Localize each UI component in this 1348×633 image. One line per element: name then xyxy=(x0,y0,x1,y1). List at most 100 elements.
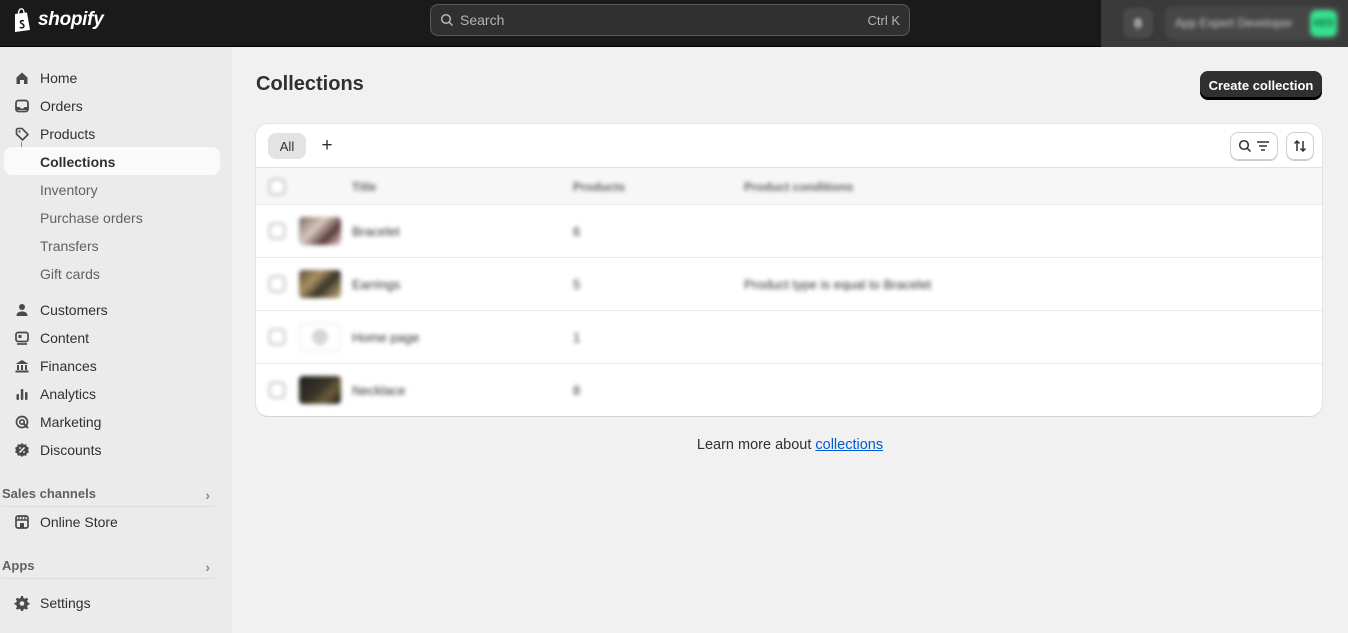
table-row[interactable]: Earrings 5 Product type is equal to Brac… xyxy=(256,258,1322,311)
sidebar-item-content[interactable]: Content xyxy=(4,323,220,351)
sidebar-item-label: Customers xyxy=(40,302,108,318)
collection-title[interactable]: Necklace xyxy=(352,383,405,398)
tag-icon xyxy=(15,127,29,141)
row-checkbox[interactable] xyxy=(269,276,285,292)
sidebar-item-home[interactable]: Home xyxy=(4,63,220,91)
sidebar-item-finances[interactable]: Finances xyxy=(4,351,220,379)
home-icon xyxy=(16,72,28,84)
shopify-wordmark: shopify xyxy=(38,9,104,30)
sidebar-item-label: Finances xyxy=(40,358,97,374)
filter-icon xyxy=(1257,141,1269,151)
table-header: Title Products Product conditions xyxy=(256,168,1322,205)
account-name: App Expert Developer xyxy=(1175,16,1293,30)
apps-heading[interactable]: Apps › xyxy=(2,558,214,578)
sidebar-item-label: Content xyxy=(40,330,90,346)
gear-icon xyxy=(14,596,30,611)
sidebar-item-gift-cards[interactable]: Gift cards xyxy=(4,259,220,287)
sidebar-item-marketing[interactable]: Marketing xyxy=(4,407,220,435)
top-right-area: App Expert Developer AED xyxy=(1101,0,1348,47)
account-menu[interactable]: App Expert Developer AED xyxy=(1165,6,1341,40)
sidebar-item-label: Orders xyxy=(40,98,83,114)
person-icon xyxy=(16,304,28,316)
sidebar-item-label: Products xyxy=(40,126,96,142)
collection-title[interactable]: Home page xyxy=(352,330,419,345)
search-icon xyxy=(440,13,454,27)
collection-title[interactable]: Earrings xyxy=(352,277,400,292)
sidebar-item-customers[interactable]: Customers xyxy=(4,295,220,323)
target-icon xyxy=(15,415,29,429)
sidebar-item-label: Settings xyxy=(40,595,91,611)
table-row[interactable]: Home page 1 xyxy=(256,311,1322,364)
search-bar[interactable]: Search Ctrl K xyxy=(430,4,910,36)
sidebar-item-discounts[interactable]: Discounts xyxy=(4,435,220,463)
learn-more-footer: Learn more about collections xyxy=(232,437,1348,453)
column-header-conditions[interactable]: Product conditions xyxy=(744,180,853,194)
bank-icon xyxy=(15,360,29,373)
create-collection-button[interactable]: Create collection xyxy=(1200,71,1322,99)
sidebar-item-label: Home xyxy=(40,70,78,86)
row-checkbox[interactable] xyxy=(269,223,285,239)
column-header-title[interactable]: Title xyxy=(352,180,376,194)
learn-more-text: Learn more about xyxy=(696,437,816,453)
sidebar-item-online-store[interactable]: Online Store xyxy=(4,507,220,535)
column-header-products[interactable]: Products xyxy=(573,180,625,194)
apps-label: Apps xyxy=(2,558,35,573)
row-checkbox[interactable] xyxy=(269,382,285,398)
sidebar-item-label: Gift cards xyxy=(40,266,100,282)
sidebar-item-orders[interactable]: Orders xyxy=(4,91,220,119)
table-row[interactable]: Necklace 8 xyxy=(256,364,1322,416)
sort-icon xyxy=(1293,139,1307,153)
sidebar-item-inventory[interactable]: Inventory xyxy=(4,175,220,203)
row-checkbox[interactable] xyxy=(269,329,285,345)
sidebar-item-label: Marketing xyxy=(40,414,102,430)
search-placeholder: Search xyxy=(460,12,505,28)
sidebar-item-transfers[interactable]: Transfers xyxy=(4,231,220,259)
search-shortcut: Ctrl K xyxy=(867,12,901,28)
collections-card: All + Title Products Product conditions … xyxy=(256,124,1322,416)
sidebar-item-label: Discounts xyxy=(40,442,102,458)
top-bar: shopify Search Ctrl K App Expert Develop… xyxy=(0,0,1348,47)
content-icon xyxy=(15,331,29,345)
page-title: Collections xyxy=(256,73,364,95)
shopify-logo[interactable]: shopify xyxy=(12,8,104,32)
select-all-checkbox[interactable] xyxy=(269,179,285,195)
chevron-right-icon: › xyxy=(205,559,210,575)
discount-icon xyxy=(15,443,29,457)
sidebar: Home Orders Products Collections Invento… xyxy=(0,47,232,633)
sidebar-item-label: Collections xyxy=(40,154,116,170)
chevron-right-icon: › xyxy=(205,487,210,503)
sidebar-item-products[interactable]: Products xyxy=(4,119,220,147)
sales-channels-heading[interactable]: Sales channels › xyxy=(2,486,214,506)
sidebar-item-label: Analytics xyxy=(40,386,97,402)
product-conditions: Product type is equal to Bracelet xyxy=(744,277,932,292)
product-count: 1 xyxy=(573,330,581,345)
search-filter-button[interactable] xyxy=(1230,132,1278,160)
collection-thumbnail xyxy=(299,376,341,404)
inbox-icon xyxy=(15,99,29,113)
search-icon xyxy=(1238,139,1252,153)
sidebar-item-settings[interactable]: Settings xyxy=(4,588,220,616)
sort-button[interactable] xyxy=(1286,132,1314,160)
bell-icon xyxy=(1133,18,1143,30)
product-count: 6 xyxy=(573,224,581,239)
shopify-bag-icon xyxy=(15,8,30,32)
sidebar-item-label: Online Store xyxy=(40,514,118,530)
add-view-button[interactable]: + xyxy=(316,134,338,158)
sidebar-item-analytics[interactable]: Analytics xyxy=(4,379,220,407)
sidebar-item-collections[interactable]: Collections xyxy=(4,147,220,175)
sidebar-item-label: Purchase orders xyxy=(40,210,143,226)
notifications-button[interactable] xyxy=(1123,8,1153,38)
image-placeholder-icon xyxy=(313,330,327,344)
divider xyxy=(2,578,214,579)
collection-thumbnail xyxy=(299,323,341,351)
sidebar-item-purchase-orders[interactable]: Purchase orders xyxy=(4,203,220,231)
table-row[interactable]: Bracelet 6 xyxy=(256,205,1322,258)
store-icon xyxy=(15,515,29,529)
sidebar-item-label: Transfers xyxy=(40,238,99,254)
sidebar-item-label: Inventory xyxy=(40,182,98,198)
tab-all[interactable]: All xyxy=(268,133,306,159)
collection-title[interactable]: Bracelet xyxy=(352,224,400,239)
sales-channels-label: Sales channels xyxy=(2,486,96,501)
bar-chart-icon xyxy=(16,389,28,400)
collections-help-link[interactable]: collections xyxy=(815,437,883,453)
